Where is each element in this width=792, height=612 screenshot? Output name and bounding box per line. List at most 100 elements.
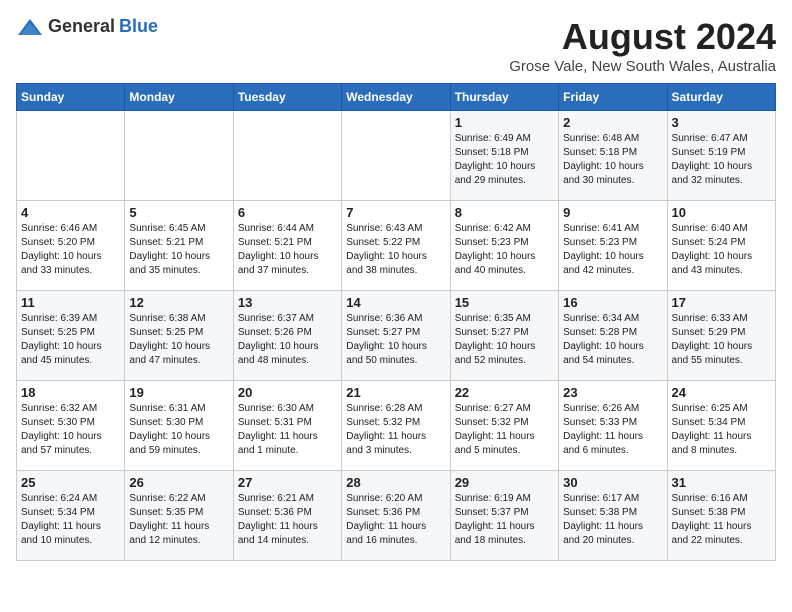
day-info: Sunrise: 6:47 AMSunset: 5:19 PMDaylight:… (672, 132, 771, 188)
calendar-title: August 2024 (509, 16, 776, 58)
day-info: Sunrise: 6:20 AMSunset: 5:36 PMDaylight:… (346, 492, 445, 548)
calendar-cell: 13 Sunrise: 6:37 AMSunset: 5:26 PMDayligh… (233, 291, 341, 381)
day-info: Sunrise: 6:39 AMSunset: 5:25 PMDaylight:… (21, 312, 120, 368)
day-number: 7 (346, 205, 445, 220)
calendar-cell: 19 Sunrise: 6:31 AMSunset: 5:30 PMDayligh… (125, 381, 233, 471)
day-number: 19 (129, 385, 228, 400)
day-number: 8 (455, 205, 554, 220)
logo-general: General (48, 16, 115, 37)
calendar-cell: 11 Sunrise: 6:39 AMSunset: 5:25 PMDayligh… (17, 291, 125, 381)
calendar-table: SundayMondayTuesdayWednesdayThursdayFrid… (16, 83, 776, 561)
calendar-cell: 12 Sunrise: 6:38 AMSunset: 5:25 PMDayligh… (125, 291, 233, 381)
calendar-week-row: 25 Sunrise: 6:24 AMSunset: 5:34 PMDayligh… (17, 471, 776, 561)
day-info: Sunrise: 6:32 AMSunset: 5:30 PMDaylight:… (21, 402, 120, 458)
calendar-cell: 23Sunrise: 6:26 AMSunset: 5:33 PMDayligh… (559, 381, 667, 471)
logo-icon (16, 17, 44, 37)
day-info: Sunrise: 6:22 AMSunset: 5:35 PMDaylight:… (129, 492, 228, 548)
day-number: 21 (346, 385, 445, 400)
weekday-header-saturday: Saturday (667, 84, 775, 111)
day-number: 14 (346, 295, 445, 310)
day-number: 30 (563, 475, 662, 490)
day-number: 20 (238, 385, 337, 400)
day-info: Sunrise: 6:21 AMSunset: 5:36 PMDaylight:… (238, 492, 337, 548)
day-number: 5 (129, 205, 228, 220)
day-info: Sunrise: 6:44 AMSunset: 5:21 PMDaylight:… (238, 222, 337, 278)
day-number: 3 (672, 115, 771, 130)
calendar-cell (17, 111, 125, 201)
day-number: 9 (563, 205, 662, 220)
day-info: Sunrise: 6:25 AMSunset: 5:34 PMDaylight:… (672, 402, 771, 458)
day-info: Sunrise: 6:46 AMSunset: 5:20 PMDaylight:… (21, 222, 120, 278)
day-info: Sunrise: 6:37 AMSunset: 5:26 PMDaylight:… (238, 312, 337, 368)
calendar-cell: 4 Sunrise: 6:46 AMSunset: 5:20 PMDaylight… (17, 201, 125, 291)
weekday-header-wednesday: Wednesday (342, 84, 450, 111)
day-info: Sunrise: 6:45 AMSunset: 5:21 PMDaylight:… (129, 222, 228, 278)
calendar-cell: 28 Sunrise: 6:20 AMSunset: 5:36 PMDayligh… (342, 471, 450, 561)
day-info: Sunrise: 6:38 AMSunset: 5:25 PMDaylight:… (129, 312, 228, 368)
weekday-header-friday: Friday (559, 84, 667, 111)
day-number: 12 (129, 295, 228, 310)
day-info: Sunrise: 6:48 AMSunset: 5:18 PMDaylight:… (563, 132, 662, 188)
calendar-cell: 1Sunrise: 6:49 AMSunset: 5:18 PMDaylight… (450, 111, 558, 201)
calendar-cell: 26Sunrise: 6:22 AMSunset: 5:35 PMDayligh… (125, 471, 233, 561)
calendar-cell: 22 Sunrise: 6:27 AMSunset: 5:32 PMDayligh… (450, 381, 558, 471)
day-number: 17 (672, 295, 771, 310)
logo-blue: Blue (119, 16, 158, 37)
day-info: Sunrise: 6:40 AMSunset: 5:24 PMDaylight:… (672, 222, 771, 278)
calendar-week-row: 1Sunrise: 6:49 AMSunset: 5:18 PMDaylight… (17, 111, 776, 201)
day-number: 1 (455, 115, 554, 130)
calendar-cell: 15 Sunrise: 6:35 AMSunset: 5:27 PMDayligh… (450, 291, 558, 381)
day-info: Sunrise: 6:43 AMSunset: 5:22 PMDaylight:… (346, 222, 445, 278)
day-number: 13 (238, 295, 337, 310)
calendar-cell: 14Sunrise: 6:36 AMSunset: 5:27 PMDayligh… (342, 291, 450, 381)
calendar-week-row: 11 Sunrise: 6:39 AMSunset: 5:25 PMDayligh… (17, 291, 776, 381)
day-number: 28 (346, 475, 445, 490)
calendar-cell: 18 Sunrise: 6:32 AMSunset: 5:30 PMDayligh… (17, 381, 125, 471)
weekday-header-tuesday: Tuesday (233, 84, 341, 111)
day-number: 2 (563, 115, 662, 130)
calendar-cell: 5 Sunrise: 6:45 AMSunset: 5:21 PMDaylight… (125, 201, 233, 291)
calendar-cell: 10 Sunrise: 6:40 AMSunset: 5:24 PMDayligh… (667, 201, 775, 291)
calendar-cell: 7 Sunrise: 6:43 AMSunset: 5:22 PMDaylight… (342, 201, 450, 291)
day-number: 22 (455, 385, 554, 400)
title-block: August 2024 Grose Vale, New South Wales,… (509, 16, 776, 75)
calendar-cell: 25 Sunrise: 6:24 AMSunset: 5:34 PMDayligh… (17, 471, 125, 561)
calendar-cell: 30Sunrise: 6:17 AMSunset: 5:38 PMDayligh… (559, 471, 667, 561)
weekday-header-sunday: Sunday (17, 84, 125, 111)
day-number: 23 (563, 385, 662, 400)
day-number: 31 (672, 475, 771, 490)
day-info: Sunrise: 6:28 AMSunset: 5:32 PMDaylight:… (346, 402, 445, 458)
calendar-week-row: 18 Sunrise: 6:32 AMSunset: 5:30 PMDayligh… (17, 381, 776, 471)
day-info: Sunrise: 6:19 AMSunset: 5:37 PMDaylight:… (455, 492, 554, 548)
day-number: 27 (238, 475, 337, 490)
day-number: 10 (672, 205, 771, 220)
day-number: 16 (563, 295, 662, 310)
day-info: Sunrise: 6:27 AMSunset: 5:32 PMDaylight:… (455, 402, 554, 458)
calendar-cell: 21 Sunrise: 6:28 AMSunset: 5:32 PMDayligh… (342, 381, 450, 471)
calendar-cell: 16 Sunrise: 6:34 AMSunset: 5:28 PMDayligh… (559, 291, 667, 381)
calendar-cell: 3 Sunrise: 6:47 AMSunset: 5:19 PMDaylight… (667, 111, 775, 201)
day-number: 29 (455, 475, 554, 490)
calendar-cell: 31 Sunrise: 6:16 AMSunset: 5:38 PMDayligh… (667, 471, 775, 561)
day-info: Sunrise: 6:35 AMSunset: 5:27 PMDaylight:… (455, 312, 554, 368)
calendar-cell (233, 111, 341, 201)
day-info: Sunrise: 6:31 AMSunset: 5:30 PMDaylight:… (129, 402, 228, 458)
calendar-cell: 9 Sunrise: 6:41 AMSunset: 5:23 PMDaylight… (559, 201, 667, 291)
day-number: 24 (672, 385, 771, 400)
day-info: Sunrise: 6:33 AMSunset: 5:29 PMDaylight:… (672, 312, 771, 368)
weekday-header-row: SundayMondayTuesdayWednesdayThursdayFrid… (17, 84, 776, 111)
day-number: 4 (21, 205, 120, 220)
day-number: 11 (21, 295, 120, 310)
day-info: Sunrise: 6:16 AMSunset: 5:38 PMDaylight:… (672, 492, 771, 548)
calendar-cell (342, 111, 450, 201)
page-header: GeneralBlue August 2024 Grose Vale, New … (16, 16, 776, 75)
day-number: 15 (455, 295, 554, 310)
day-number: 25 (21, 475, 120, 490)
calendar-week-row: 4 Sunrise: 6:46 AMSunset: 5:20 PMDaylight… (17, 201, 776, 291)
day-info: Sunrise: 6:41 AMSunset: 5:23 PMDaylight:… (563, 222, 662, 278)
calendar-subtitle: Grose Vale, New South Wales, Australia (509, 58, 776, 75)
day-info: Sunrise: 6:24 AMSunset: 5:34 PMDaylight:… (21, 492, 120, 548)
day-info: Sunrise: 6:34 AMSunset: 5:28 PMDaylight:… (563, 312, 662, 368)
day-info: Sunrise: 6:42 AMSunset: 5:23 PMDaylight:… (455, 222, 554, 278)
day-number: 18 (21, 385, 120, 400)
